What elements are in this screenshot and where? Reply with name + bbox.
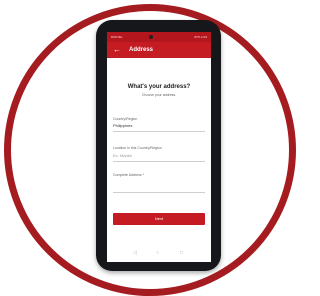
address-input[interactable] <box>113 192 205 193</box>
nav-recent-icon[interactable]: □ <box>180 249 183 257</box>
address-subheading: Choose your address. <box>141 93 177 97</box>
status-icons: 87% 2:03 <box>194 35 207 39</box>
country-underline <box>113 131 205 132</box>
country-select[interactable]: Philippines <box>113 123 132 128</box>
status-bar: DIGITEL 87% 2:03 <box>107 32 211 42</box>
nav-home-icon[interactable]: ○ <box>156 249 159 257</box>
location-label: Location in this Country/Region <box>113 146 162 150</box>
nav-bar: ◁ ○ □ <box>107 245 211 262</box>
address-label: Complete Address * <box>113 173 144 177</box>
country-label: Country/Region <box>113 117 138 121</box>
page-title: Address <box>129 47 154 53</box>
phone-screen: DIGITEL 87% 2:03 ← Address What's your a… <box>107 32 211 262</box>
location-input[interactable]: Ex. Manila <box>113 153 132 158</box>
app-bar: ← Address <box>107 42 211 58</box>
camera-icon <box>149 35 153 39</box>
location-underline <box>113 161 205 162</box>
carrier-text: DIGITEL <box>111 35 123 39</box>
next-button[interactable]: Next <box>113 213 205 225</box>
address-heading: What's your address? <box>127 84 191 90</box>
back-arrow-icon[interactable]: ← <box>113 43 121 57</box>
nav-back-icon[interactable]: ◁ <box>133 249 137 257</box>
